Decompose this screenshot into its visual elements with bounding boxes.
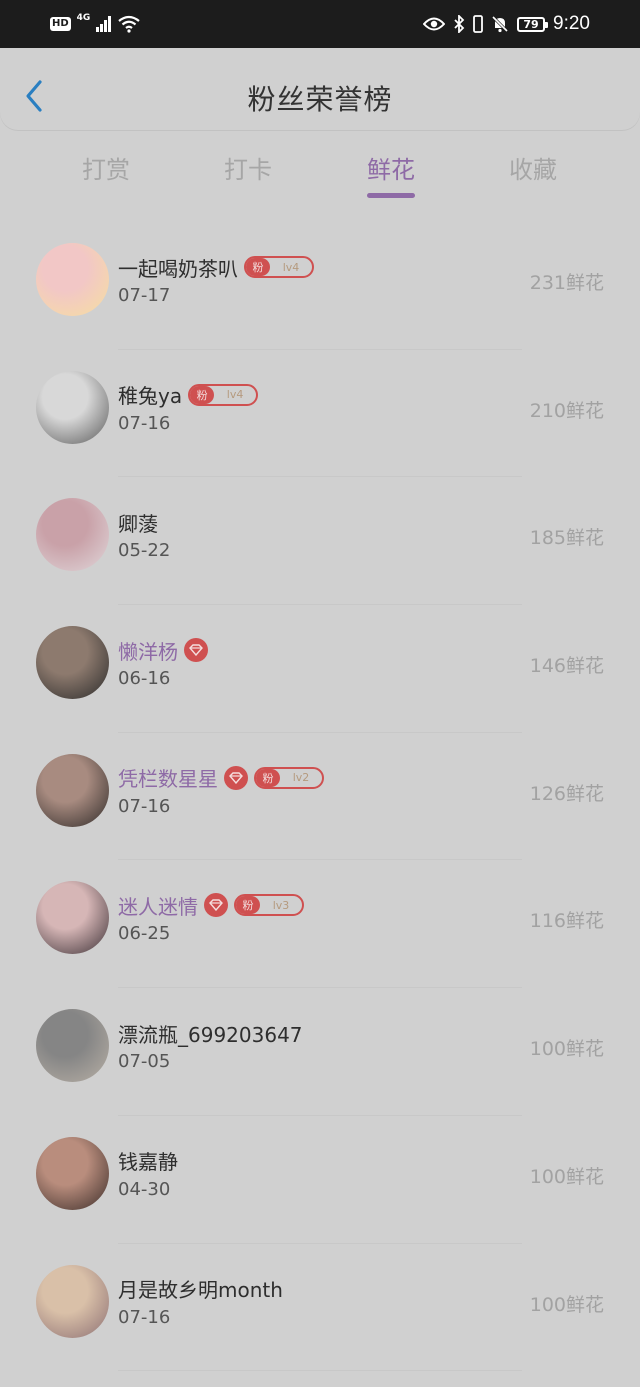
fan-date: 07-05 bbox=[118, 1051, 171, 1073]
network-type: 4G bbox=[76, 13, 91, 23]
header-bar: 粉丝荣誉榜 bbox=[0, 48, 640, 130]
fan-badge-label: 粉 bbox=[236, 896, 260, 915]
name-line: 懒洋杨 bbox=[118, 636, 208, 664]
name-line: 卿蔆 bbox=[118, 508, 158, 536]
flower-count: 116鲜花 bbox=[529, 910, 604, 933]
fan-name: 卿蔆 bbox=[118, 511, 158, 536]
avatar[interactable] bbox=[36, 1009, 109, 1083]
fan-name: 凭栏数星星 bbox=[118, 767, 218, 792]
fan-date: 07-16 bbox=[118, 1306, 171, 1328]
name-line: 迷人迷情 粉 lv3 bbox=[118, 891, 304, 919]
clock: 9:20 bbox=[553, 13, 590, 34]
avatar[interactable] bbox=[36, 370, 109, 444]
avatar[interactable] bbox=[36, 1136, 109, 1210]
avatar[interactable] bbox=[36, 1264, 109, 1338]
tab-bar: 打赏 打卡 鲜花 收藏 bbox=[0, 150, 640, 200]
fan-badge-level: lv4 bbox=[226, 388, 244, 402]
fan-row[interactable]: 迷人迷情 粉 lv3 06-25 116鲜花 bbox=[0, 860, 640, 989]
fan-name: 迷人迷情 bbox=[118, 894, 198, 919]
fan-badge-label: 粉 bbox=[246, 258, 270, 276]
fan-row[interactable]: 稚兔ya 粉 lv4 07-16 210鲜花 bbox=[0, 350, 640, 478]
fan-date: 07-16 bbox=[118, 412, 171, 434]
page-title: 粉丝荣誉榜 bbox=[247, 83, 393, 116]
flower-count: 100鲜花 bbox=[529, 1165, 604, 1188]
fan-row[interactable]: 月是故乡明month 07-16 100鲜花 bbox=[0, 1244, 640, 1372]
avatar[interactable] bbox=[36, 753, 109, 827]
bluetooth-icon bbox=[454, 15, 465, 33]
fan-name: 月是故乡明month bbox=[118, 1278, 283, 1302]
fan-date: 06-16 bbox=[118, 668, 171, 690]
avatar[interactable] bbox=[36, 243, 109, 316]
tab-favorites[interactable]: 收藏 bbox=[473, 150, 593, 185]
fan-name: 懒洋杨 bbox=[118, 639, 178, 664]
fan-level-badge: 粉 lv4 bbox=[188, 383, 259, 406]
name-line: 一起喝奶茶叭粉 lv4 bbox=[118, 253, 314, 281]
vip-diamond-icon bbox=[224, 765, 248, 790]
fan-row[interactable]: 卿蔆 05-22 185鲜花 bbox=[0, 477, 640, 606]
flower-count: 210鲜花 bbox=[529, 399, 604, 422]
eye-icon bbox=[423, 17, 446, 31]
avatar[interactable] bbox=[36, 626, 109, 700]
battery-level: 79 bbox=[523, 17, 539, 31]
fan-name: 漂流瓶_699203647 bbox=[118, 1022, 303, 1047]
flower-count: 185鲜花 bbox=[529, 527, 604, 550]
wifi-icon bbox=[118, 15, 141, 33]
tab-flowers[interactable]: 鲜花 bbox=[331, 150, 451, 185]
fan-name: 钱嘉静 bbox=[118, 1150, 178, 1175]
phone-vibrate-icon bbox=[473, 15, 483, 33]
status-bar: HD 4G 79 9:20 bbox=[0, 0, 640, 48]
fan-date: 05-22 bbox=[118, 540, 171, 562]
fan-row[interactable]: 钱嘉静 04-30 100鲜花 bbox=[0, 1116, 640, 1244]
name-line: 钱嘉静 bbox=[118, 1147, 178, 1175]
fan-date: 07-16 bbox=[118, 795, 171, 817]
fan-row[interactable]: 凭栏数星星 粉 lv2 07-16 126鲜花 bbox=[0, 733, 640, 861]
fan-row[interactable]: 一起喝奶茶叭粉 lv4 07-17 231鲜花 bbox=[0, 222, 640, 350]
fan-date: 07-17 bbox=[118, 285, 171, 306]
active-tab-indicator bbox=[367, 193, 415, 198]
avatar[interactable] bbox=[36, 498, 109, 572]
fan-row[interactable]: 漂流瓶_699203647 07-05 100鲜花 bbox=[0, 988, 640, 1116]
fan-badge-level: lv3 bbox=[272, 898, 290, 912]
battery-icon: 79 bbox=[517, 16, 549, 32]
avatar[interactable] bbox=[36, 881, 109, 955]
vip-diamond-icon bbox=[204, 893, 228, 918]
fan-badge-label: 粉 bbox=[256, 768, 280, 787]
vip-diamond-icon bbox=[184, 638, 208, 663]
flower-count: 146鲜花 bbox=[529, 655, 604, 678]
fan-badge-label: 粉 bbox=[190, 385, 215, 404]
tab-reward[interactable]: 打赏 bbox=[46, 150, 166, 185]
flower-count: 100鲜花 bbox=[529, 1038, 604, 1061]
tab-checkin[interactable]: 打卡 bbox=[188, 150, 308, 185]
name-line: 稚兔ya 粉 lv4 bbox=[118, 381, 259, 409]
flower-count: 100鲜花 bbox=[529, 1293, 604, 1316]
mute-bell-icon bbox=[491, 15, 509, 33]
name-line: 漂流瓶_699203647 bbox=[118, 1019, 303, 1047]
hd-voice-icon: HD bbox=[50, 17, 71, 31]
fan-row[interactable]: 懒洋杨 06-16 146鲜花 bbox=[0, 605, 640, 733]
name-line: 月是故乡明month bbox=[118, 1275, 283, 1303]
fan-level-badge: 粉 lv3 bbox=[234, 894, 304, 917]
fan-ranking-list: 一起喝奶茶叭粉 lv4 07-17 231鲜花 稚兔ya 粉 lv4 07-16 210鲜花 卿蔆… bbox=[0, 222, 640, 1372]
fan-name: 稚兔ya bbox=[118, 384, 183, 409]
row-divider bbox=[118, 1370, 522, 1372]
name-line: 凭栏数星星 粉 lv2 bbox=[118, 764, 324, 792]
fan-name: 一起喝奶茶叭 bbox=[118, 256, 238, 281]
fan-level-badge: 粉 lv4 bbox=[244, 256, 314, 278]
flower-count: 231鲜花 bbox=[529, 272, 604, 294]
flower-count: 126鲜花 bbox=[529, 782, 604, 805]
fan-badge-level: lv4 bbox=[282, 260, 300, 274]
fan-level-badge: 粉 lv2 bbox=[254, 766, 324, 789]
fan-date: 06-25 bbox=[118, 923, 171, 945]
fan-badge-level: lv2 bbox=[292, 771, 310, 785]
signal-icon bbox=[96, 16, 112, 32]
fan-date: 04-30 bbox=[118, 1178, 171, 1200]
